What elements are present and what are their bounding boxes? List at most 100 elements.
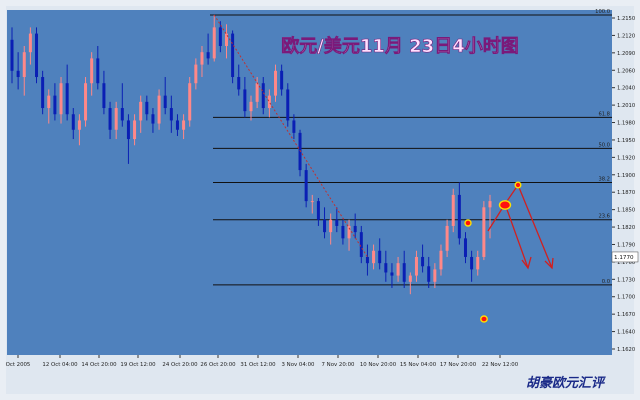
fib-label: 100.0: [595, 9, 610, 15]
candle-body: [194, 64, 198, 84]
candle-body: [65, 83, 69, 115]
candlestick-chart: 1.2150 1.2120 1.2090 1.2060 1.2040 1.2010 1.19…: [6, 9, 639, 391]
candle-body: [77, 120, 81, 130]
target-marker: [498, 200, 512, 210]
candle-body: [84, 83, 88, 121]
candle-body: [200, 52, 204, 65]
candle-body: [218, 27, 222, 46]
candle-body: [102, 83, 106, 109]
y-tick-label: 1.2010: [617, 103, 635, 109]
y-tick-label: 1.1790: [617, 242, 635, 248]
candle-body: [292, 120, 296, 133]
x-tick-label: 24 Oct 20:00: [162, 362, 198, 368]
current-price-label: 1.1770: [614, 255, 634, 261]
candle-body: [488, 201, 492, 208]
x-tick-label: 14 Oct 20:00: [81, 362, 117, 368]
candle-body: [347, 225, 351, 239]
y-tick-label: 1.1820: [617, 225, 635, 231]
candle-body: [47, 95, 51, 109]
candle-body: [476, 256, 480, 270]
candle-body: [304, 170, 308, 202]
candle-body: [365, 256, 369, 264]
candle-body: [206, 52, 210, 59]
y-tick-label: 1.1730: [617, 277, 635, 283]
watermark: 胡豪欧元汇评: [526, 375, 606, 391]
peak-marker: [464, 219, 472, 227]
candle-body: [35, 33, 39, 78]
x-tick-label: 31 Oct 12:00: [240, 362, 276, 368]
candle-body: [96, 58, 100, 84]
candle-body: [414, 256, 418, 276]
candle-body: [139, 101, 143, 121]
x-tick-label: 26 Oct 20:00: [200, 362, 236, 368]
candle-body: [359, 232, 363, 257]
x-tick-label: 22 Nov 12:00: [482, 362, 519, 368]
candle-body: [341, 225, 345, 239]
candle-body: [90, 58, 94, 84]
candle-body: [329, 219, 333, 233]
candle-body: [16, 70, 20, 78]
y-tick-label: 1.2120: [617, 33, 635, 39]
x-tick-label: 3 Nov 04:00: [282, 362, 315, 368]
candle-body: [286, 89, 290, 121]
fib-label: 38.2: [598, 177, 610, 183]
candle-body: [445, 225, 449, 251]
candle-body: [470, 256, 474, 270]
candle-body: [408, 275, 412, 282]
candle-body: [188, 83, 192, 121]
y-tick-label: 1.1870: [617, 190, 635, 196]
candle-body: [463, 238, 467, 257]
candle-body: [427, 266, 431, 282]
candle-body: [231, 33, 235, 78]
candle-body: [169, 108, 173, 121]
candle-body: [212, 27, 216, 59]
candle-body: [280, 70, 284, 90]
candle-body: [335, 219, 339, 226]
candle-body: [22, 52, 26, 78]
x-tick-label: 15 Nov 04:00: [400, 362, 437, 368]
candle-body: [353, 225, 357, 233]
y-tick-label: 1.1920: [617, 155, 635, 161]
candle-body: [323, 219, 327, 233]
candle-body: [310, 201, 314, 203]
candle-body: [482, 207, 486, 257]
y-tick-label: 1.1620: [617, 347, 635, 353]
candle-body: [163, 95, 167, 109]
candle-body: [133, 120, 137, 140]
candle-body: [390, 272, 394, 276]
y-tick-label: 1.1640: [617, 330, 635, 336]
candle-body: [157, 95, 161, 124]
candle-body: [396, 263, 400, 276]
candle-body: [243, 89, 247, 112]
y-tick-label: 1.2150: [617, 16, 635, 22]
x-tick-label: 19 Oct 12:00: [120, 362, 156, 368]
x-tick-label: 12 Oct 04:00: [42, 362, 78, 368]
candle-body: [421, 256, 425, 267]
candle-body: [274, 70, 278, 96]
x-tick-label: 10 Nov 20:00: [360, 362, 397, 368]
candle-body: [182, 120, 186, 130]
y-tick-label: 1.1950: [617, 138, 635, 144]
candle-body: [439, 250, 443, 270]
x-tick-label: 17 Nov 20:00: [440, 362, 477, 368]
candle-body: [59, 83, 63, 115]
candle-body: [145, 101, 149, 115]
candle-body: [28, 33, 32, 53]
y-tick-label: 1.1980: [617, 121, 635, 127]
fib-label: 50.0: [598, 142, 610, 148]
candle-body: [267, 95, 271, 109]
candle-body: [433, 269, 437, 282]
y-tick-label: 1.1670: [617, 312, 635, 318]
fib-label: 23.6: [598, 214, 610, 220]
candle-body: [120, 108, 124, 121]
candle-body: [175, 120, 179, 130]
y-tick-label: 1.2090: [617, 51, 635, 57]
candle-body: [372, 250, 376, 264]
candle-body: [384, 263, 388, 273]
candle-body: [53, 95, 57, 115]
candle-body: [237, 77, 241, 90]
candle-body: [71, 114, 75, 130]
fib-label: 61.8: [598, 111, 610, 117]
candle-body: [114, 108, 118, 130]
chart-title: 欧元/美元11月 23日4小时图: [281, 35, 518, 57]
